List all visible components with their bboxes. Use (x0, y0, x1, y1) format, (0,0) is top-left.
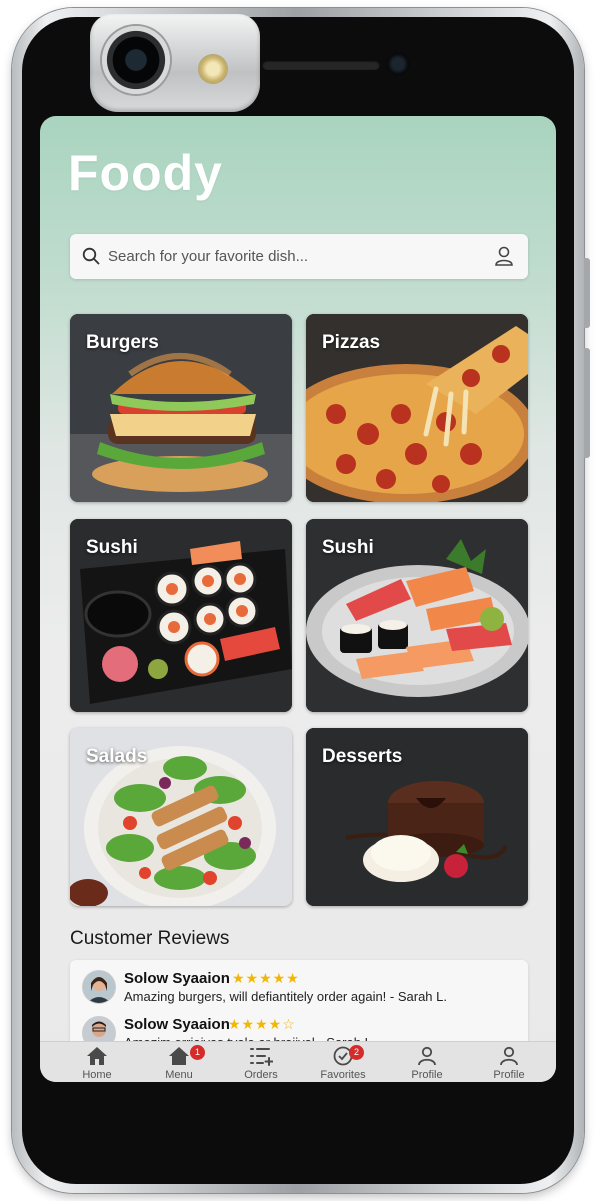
category-card-pizzas[interactable]: Pizzas (306, 314, 528, 502)
reviews-card: Solow Syaaion ★★★★★ Amazing burgers, wil… (70, 960, 528, 1050)
house-menu-icon (169, 1047, 189, 1065)
tab-profile-2[interactable]: Profile (474, 1046, 544, 1081)
tab-label: Profile (411, 1069, 443, 1081)
tab-label: Menu (165, 1069, 193, 1081)
tab-menu[interactable]: 1 Menu (144, 1045, 214, 1081)
profile-icon (418, 1046, 436, 1066)
volume-button (584, 258, 590, 328)
app-title: Foody (68, 145, 223, 201)
review-text: Amazing burgers, will defiantitely order… (124, 989, 447, 1004)
app-screen: Foody Search for your favorite dish... B… (40, 116, 556, 1082)
tab-label: Profile (493, 1069, 525, 1081)
user-icon[interactable] (494, 245, 514, 267)
power-button (584, 348, 590, 458)
category-label: Sushi (322, 537, 374, 558)
front-camera-icon (386, 52, 410, 76)
search-icon (82, 247, 100, 265)
bottom-tab-bar: Home 1 Menu Orders 2 Favorites Profile P… (40, 1041, 556, 1082)
category-label: Salads (86, 746, 148, 767)
tab-label: Home (82, 1069, 112, 1081)
category-card-sushi[interactable]: Sushi (70, 519, 292, 712)
category-label: Sushi (86, 537, 138, 558)
reviewer-name: Solow Syaaion (124, 970, 230, 987)
notification-badge: 2 (349, 1045, 364, 1060)
orders-list-icon (250, 1048, 273, 1066)
tab-profile[interactable]: Profile (392, 1046, 462, 1081)
flash-icon (198, 54, 228, 84)
search-input[interactable]: Search for your favorite dish... (108, 248, 308, 265)
profile-icon (500, 1046, 518, 1066)
reviewer-name: Solow Syaaion (124, 1016, 230, 1033)
category-label: Pizzas (322, 332, 381, 353)
notification-badge: 1 (190, 1045, 205, 1060)
tab-favorites[interactable]: 2 Favorites (308, 1045, 378, 1081)
camera-lens-icon (102, 26, 170, 94)
home-icon (87, 1047, 107, 1065)
tab-home[interactable]: Home (62, 1046, 132, 1081)
search-bar[interactable]: Search for your favorite dish... (70, 234, 528, 279)
category-card-sushi-2[interactable]: Sushi (306, 519, 528, 712)
tab-label: Favorites (320, 1069, 366, 1081)
avatar (82, 970, 116, 1004)
category-card-desserts[interactable]: Desserts (306, 728, 528, 906)
reviews-heading: Customer Reviews (70, 928, 230, 949)
category-card-salads[interactable]: Salads (70, 728, 292, 906)
tab-orders[interactable]: Orders (226, 1046, 296, 1081)
tab-label: Orders (244, 1069, 278, 1081)
camera-module (90, 14, 260, 112)
rating-stars: ★★★★★ (232, 970, 300, 986)
earpiece-speaker (262, 60, 380, 70)
review-item[interactable]: Solow Syaaion ★★★★★ Amazing burgers, wil… (82, 970, 522, 1006)
category-label: Desserts (322, 746, 403, 767)
category-label: Burgers (86, 332, 159, 353)
rating-stars: ★★★★☆ (228, 1016, 296, 1032)
category-card-burgers[interactable]: Burgers (70, 314, 292, 502)
